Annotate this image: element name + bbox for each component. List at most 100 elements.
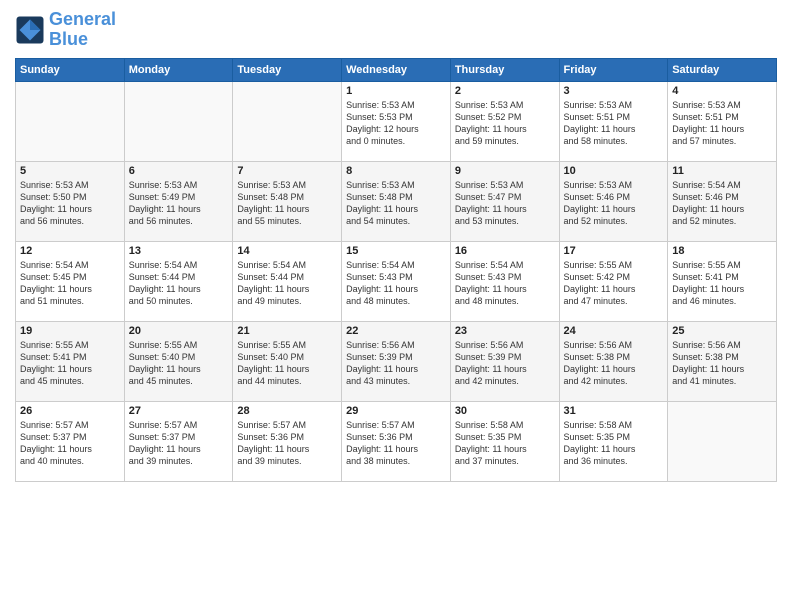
cell-content: Sunrise: 5:54 AM Sunset: 5:43 PM Dayligh… [346, 259, 446, 308]
weekday-header-thursday: Thursday [450, 58, 559, 81]
day-number: 31 [564, 405, 664, 417]
day-number: 13 [129, 245, 229, 257]
day-number: 26 [20, 405, 120, 417]
cell-content: Sunrise: 5:55 AM Sunset: 5:42 PM Dayligh… [564, 259, 664, 308]
day-number: 24 [564, 325, 664, 337]
calendar-cell: 8 Sunrise: 5:53 AM Sunset: 5:48 PM Daylig… [342, 161, 451, 241]
cell-content: Sunrise: 5:53 AM Sunset: 5:53 PM Dayligh… [346, 99, 446, 148]
calendar-cell [124, 81, 233, 161]
day-number: 25 [672, 325, 772, 337]
cell-content: Sunrise: 5:53 AM Sunset: 5:51 PM Dayligh… [672, 99, 772, 148]
logo-icon [15, 15, 45, 45]
day-number: 8 [346, 165, 446, 177]
calendar-cell: 18 Sunrise: 5:55 AM Sunset: 5:41 PM Dayli… [668, 241, 777, 321]
cell-content: Sunrise: 5:54 AM Sunset: 5:45 PM Dayligh… [20, 259, 120, 308]
day-number: 6 [129, 165, 229, 177]
cell-content: Sunrise: 5:58 AM Sunset: 5:35 PM Dayligh… [455, 419, 555, 468]
day-number: 17 [564, 245, 664, 257]
week-row-3: 19 Sunrise: 5:55 AM Sunset: 5:41 PM Dayli… [16, 321, 777, 401]
week-row-4: 26 Sunrise: 5:57 AM Sunset: 5:37 PM Dayli… [16, 401, 777, 481]
day-number: 22 [346, 325, 446, 337]
day-number: 2 [455, 85, 555, 97]
cell-content: Sunrise: 5:55 AM Sunset: 5:41 PM Dayligh… [672, 259, 772, 308]
day-number: 7 [237, 165, 337, 177]
cell-content: Sunrise: 5:54 AM Sunset: 5:44 PM Dayligh… [129, 259, 229, 308]
weekday-header-row: SundayMondayTuesdayWednesdayThursdayFrid… [16, 58, 777, 81]
cell-content: Sunrise: 5:55 AM Sunset: 5:40 PM Dayligh… [129, 339, 229, 388]
cell-content: Sunrise: 5:53 AM Sunset: 5:47 PM Dayligh… [455, 179, 555, 228]
cell-content: Sunrise: 5:55 AM Sunset: 5:41 PM Dayligh… [20, 339, 120, 388]
cell-content: Sunrise: 5:54 AM Sunset: 5:43 PM Dayligh… [455, 259, 555, 308]
cell-content: Sunrise: 5:58 AM Sunset: 5:35 PM Dayligh… [564, 419, 664, 468]
cell-content: Sunrise: 5:54 AM Sunset: 5:46 PM Dayligh… [672, 179, 772, 228]
header: General Blue [15, 10, 777, 50]
weekday-header-saturday: Saturday [668, 58, 777, 81]
day-number: 20 [129, 325, 229, 337]
day-number: 14 [237, 245, 337, 257]
calendar-cell [16, 81, 125, 161]
cell-content: Sunrise: 5:56 AM Sunset: 5:38 PM Dayligh… [564, 339, 664, 388]
calendar-cell: 26 Sunrise: 5:57 AM Sunset: 5:37 PM Dayli… [16, 401, 125, 481]
logo-blue: Blue [49, 29, 88, 49]
calendar-cell: 20 Sunrise: 5:55 AM Sunset: 5:40 PM Dayli… [124, 321, 233, 401]
cell-content: Sunrise: 5:53 AM Sunset: 5:51 PM Dayligh… [564, 99, 664, 148]
calendar-cell: 6 Sunrise: 5:53 AM Sunset: 5:49 PM Daylig… [124, 161, 233, 241]
calendar-cell: 9 Sunrise: 5:53 AM Sunset: 5:47 PM Daylig… [450, 161, 559, 241]
cell-content: Sunrise: 5:57 AM Sunset: 5:37 PM Dayligh… [20, 419, 120, 468]
calendar-cell: 10Sunrise: 5:53 AM Sunset: 5:46 PM Dayli… [559, 161, 668, 241]
day-number: 9 [455, 165, 555, 177]
calendar-cell: 22 Sunrise: 5:56 AM Sunset: 5:39 PM Dayli… [342, 321, 451, 401]
calendar-cell: 4 Sunrise: 5:53 AM Sunset: 5:51 PM Daylig… [668, 81, 777, 161]
day-number: 15 [346, 245, 446, 257]
day-number: 1 [346, 85, 446, 97]
calendar-cell: 15 Sunrise: 5:54 AM Sunset: 5:43 PM Dayli… [342, 241, 451, 321]
day-number: 18 [672, 245, 772, 257]
cell-content: Sunrise: 5:53 AM Sunset: 5:49 PM Dayligh… [129, 179, 229, 228]
cell-content: Sunrise: 5:53 AM Sunset: 5:48 PM Dayligh… [237, 179, 337, 228]
day-number: 3 [564, 85, 664, 97]
day-number: 16 [455, 245, 555, 257]
weekday-header-friday: Friday [559, 58, 668, 81]
cell-content: Sunrise: 5:56 AM Sunset: 5:39 PM Dayligh… [455, 339, 555, 388]
day-number: 21 [237, 325, 337, 337]
day-number: 30 [455, 405, 555, 417]
logo: General Blue [15, 10, 116, 50]
calendar-cell: 29 Sunrise: 5:57 AM Sunset: 5:36 PM Dayli… [342, 401, 451, 481]
day-number: 28 [237, 405, 337, 417]
calendar-cell: 16 Sunrise: 5:54 AM Sunset: 5:43 PM Dayli… [450, 241, 559, 321]
cell-content: Sunrise: 5:53 AM Sunset: 5:52 PM Dayligh… [455, 99, 555, 148]
cell-content: Sunrise: 5:56 AM Sunset: 5:39 PM Dayligh… [346, 339, 446, 388]
calendar-table: SundayMondayTuesdayWednesdayThursdayFrid… [15, 58, 777, 482]
cell-content: Sunrise: 5:57 AM Sunset: 5:36 PM Dayligh… [346, 419, 446, 468]
calendar-cell: 13 Sunrise: 5:54 AM Sunset: 5:44 PM Dayli… [124, 241, 233, 321]
calendar-cell [668, 401, 777, 481]
calendar-cell: 31 Sunrise: 5:58 AM Sunset: 5:35 PM Dayli… [559, 401, 668, 481]
day-number: 23 [455, 325, 555, 337]
cell-content: Sunrise: 5:54 AM Sunset: 5:44 PM Dayligh… [237, 259, 337, 308]
day-number: 10 [564, 165, 664, 177]
calendar-cell: 30 Sunrise: 5:58 AM Sunset: 5:35 PM Dayli… [450, 401, 559, 481]
calendar-cell: 25Sunrise: 5:56 AM Sunset: 5:38 PM Dayli… [668, 321, 777, 401]
weekday-header-sunday: Sunday [16, 58, 125, 81]
calendar-cell: 23 Sunrise: 5:56 AM Sunset: 5:39 PM Dayli… [450, 321, 559, 401]
day-number: 11 [672, 165, 772, 177]
day-number: 19 [20, 325, 120, 337]
calendar-cell: 17 Sunrise: 5:55 AM Sunset: 5:42 PM Dayli… [559, 241, 668, 321]
week-row-2: 12 Sunrise: 5:54 AM Sunset: 5:45 PM Dayli… [16, 241, 777, 321]
day-number: 5 [20, 165, 120, 177]
day-number: 12 [20, 245, 120, 257]
weekday-header-monday: Monday [124, 58, 233, 81]
calendar-cell: 24 Sunrise: 5:56 AM Sunset: 5:38 PM Dayli… [559, 321, 668, 401]
day-number: 29 [346, 405, 446, 417]
cell-content: Sunrise: 5:53 AM Sunset: 5:48 PM Dayligh… [346, 179, 446, 228]
calendar-cell: 21Sunrise: 5:55 AM Sunset: 5:40 PM Dayli… [233, 321, 342, 401]
week-row-0: 1 Sunrise: 5:53 AM Sunset: 5:53 PM Daylig… [16, 81, 777, 161]
day-number: 27 [129, 405, 229, 417]
calendar-cell: 3 Sunrise: 5:53 AM Sunset: 5:51 PM Daylig… [559, 81, 668, 161]
cell-content: Sunrise: 5:57 AM Sunset: 5:37 PM Dayligh… [129, 419, 229, 468]
cell-content: Sunrise: 5:53 AM Sunset: 5:50 PM Dayligh… [20, 179, 120, 228]
calendar-cell: 11 Sunrise: 5:54 AM Sunset: 5:46 PM Dayli… [668, 161, 777, 241]
calendar-cell: 12 Sunrise: 5:54 AM Sunset: 5:45 PM Dayli… [16, 241, 125, 321]
day-number: 4 [672, 85, 772, 97]
page-container: General Blue SundayMondayTuesdayWednesda… [0, 0, 792, 492]
